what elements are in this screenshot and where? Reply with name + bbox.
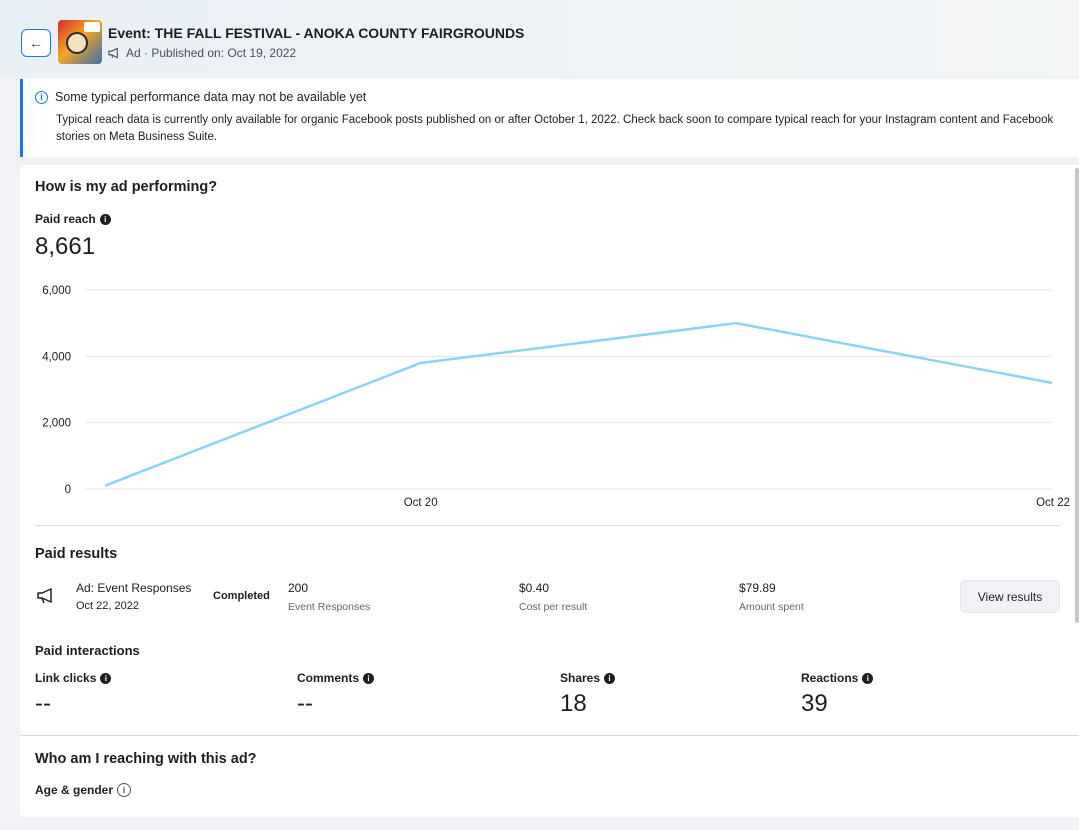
comments-label: Comments i bbox=[297, 671, 375, 685]
link-clicks-label-text: Link clicks bbox=[35, 671, 97, 685]
audience-title: Who am I reaching with this ad? bbox=[35, 751, 257, 767]
shares-value: 18 bbox=[560, 690, 587, 717]
results-value: 200 bbox=[288, 581, 309, 595]
shares-label: Shares i bbox=[560, 671, 616, 685]
comments-value: -- bbox=[297, 690, 313, 717]
x-tick-label: Oct 22 bbox=[1036, 497, 1070, 509]
link-clicks-label: Link clicks i bbox=[35, 671, 112, 685]
info-icon[interactable]: i bbox=[363, 672, 375, 684]
spent-label: Amount spent bbox=[739, 601, 804, 613]
divider bbox=[20, 735, 1079, 736]
info-icon[interactable]: i bbox=[862, 672, 874, 684]
status-badge: Completed bbox=[213, 590, 270, 602]
reach-data-point[interactable] bbox=[733, 320, 739, 326]
reach-data-point[interactable] bbox=[418, 360, 424, 366]
reactions-label-text: Reactions bbox=[801, 671, 859, 685]
info-icon[interactable]: i bbox=[117, 783, 132, 797]
comments-label-text: Comments bbox=[297, 671, 360, 685]
info-icon[interactable]: i bbox=[100, 672, 112, 684]
view-results-button[interactable]: View results bbox=[960, 580, 1060, 613]
reach-data-point[interactable] bbox=[1049, 380, 1055, 386]
y-tick-label: 2,000 bbox=[42, 418, 71, 430]
reactions-label: Reactions i bbox=[801, 671, 874, 685]
shares-label-text: Shares bbox=[560, 671, 601, 685]
cost-value: $0.40 bbox=[519, 581, 550, 595]
paid-interactions-title: Paid interactions bbox=[35, 643, 140, 658]
megaphone-icon bbox=[35, 585, 57, 607]
y-tick-label: 0 bbox=[65, 484, 71, 496]
ad-date: Oct 22, 2022 bbox=[76, 600, 139, 612]
cost-label: Cost per result bbox=[519, 601, 588, 613]
reach-series-line[interactable] bbox=[104, 321, 1053, 487]
link-clicks-value: -- bbox=[35, 690, 51, 717]
info-icon[interactable]: i bbox=[604, 672, 616, 684]
y-tick-label: 4,000 bbox=[42, 351, 71, 363]
y-tick-label: 6,000 bbox=[42, 285, 71, 297]
divider bbox=[35, 525, 1060, 526]
paid-reach-chart: 0 2,000 4,000 6,000 Oct 20 Oct 22 bbox=[42, 285, 1070, 509]
ad-name: Ad: Event Responses bbox=[76, 581, 192, 595]
paid-results-title: Paid results bbox=[35, 546, 118, 562]
results-label: Event Responses bbox=[288, 601, 371, 613]
reactions-value: 39 bbox=[801, 690, 828, 717]
age-gender-label-text: Age & gender bbox=[35, 783, 114, 797]
age-gender-label: Age & gender i bbox=[35, 783, 132, 797]
spent-value: $79.89 bbox=[739, 581, 776, 595]
reach-data-point[interactable] bbox=[102, 483, 108, 489]
x-tick-label: Oct 20 bbox=[404, 497, 438, 509]
